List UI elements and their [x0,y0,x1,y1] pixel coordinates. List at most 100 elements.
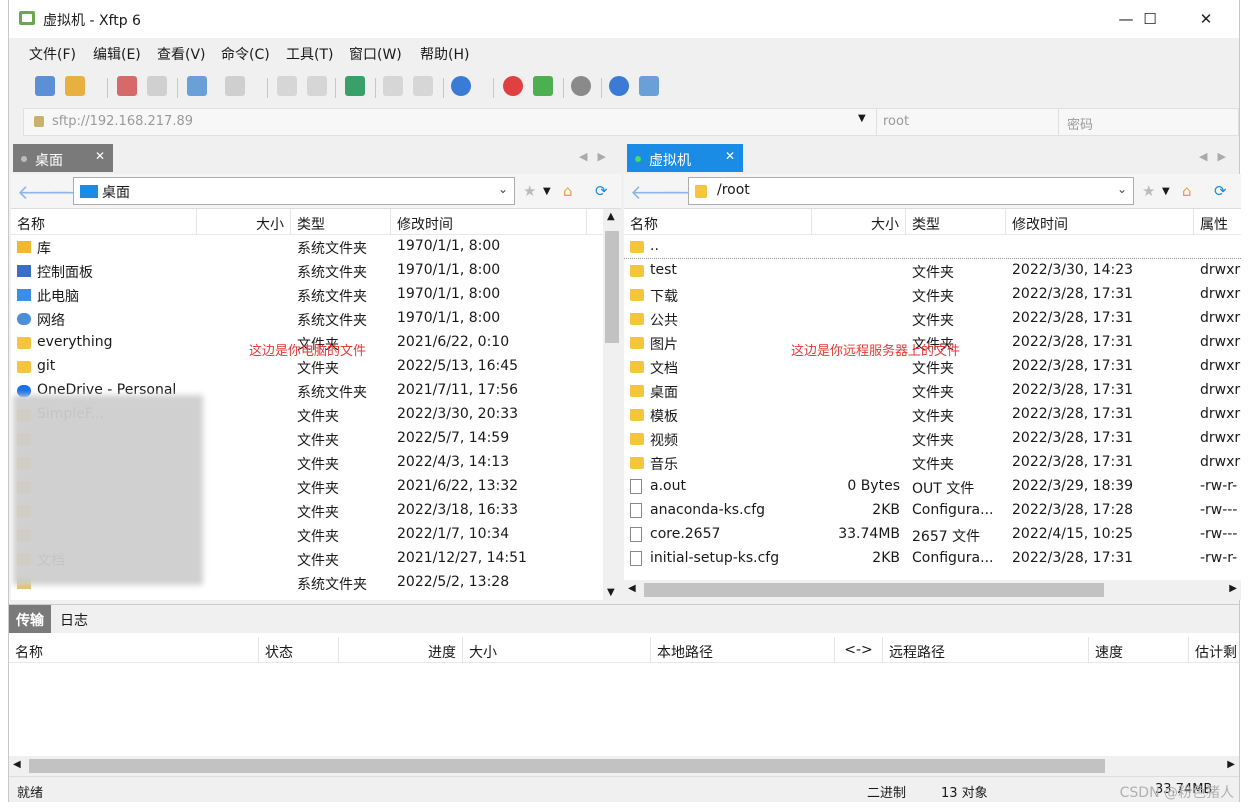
column-header-local-path[interactable]: 本地路径 [651,637,835,663]
connect-icon[interactable] [117,76,137,96]
remote-path-box[interactable]: /root ⌄ [688,177,1134,205]
close-button[interactable]: ✕ [1183,6,1229,32]
chevron-down-icon[interactable]: ▼ [858,113,866,124]
refresh-icon[interactable]: ⟳ [595,182,608,200]
column-header-type[interactable]: 类型 [291,209,391,235]
status-text: 就绪 [17,786,44,801]
disconnect-icon[interactable] [147,76,167,96]
column-header-size[interactable]: 大小 [463,637,651,663]
scroll-right-icon[interactable]: ▶ [1229,583,1237,594]
list-item[interactable]: test 文件夹 2022/3/30, 14:23 drwxr [624,259,1241,283]
column-header-attributes[interactable]: 属性 [1194,209,1241,235]
local-vertical-scrollbar[interactable]: ▲ ▼ [603,209,621,600]
list-item[interactable]: 下载 文件夹 2022/3/28, 17:31 drwxr [624,283,1241,307]
column-header-modified[interactable]: 修改时间 [391,209,587,235]
transfer-mode[interactable]: 二进制 [867,782,906,801]
menu-window[interactable]: 窗口(W) [349,44,402,64]
menu-help[interactable]: 帮助(H) [420,44,469,64]
home-icon[interactable]: ⌂ [1182,182,1192,200]
column-header-remote-path[interactable]: 远程路径 [883,637,1089,663]
tab-scroll-arrows[interactable]: ◀▶ [579,150,616,163]
list-item[interactable]: 控制面板 系统文件夹 1970/1/1, 8:00 [11,259,621,283]
star-icon[interactable]: ★ [523,182,536,200]
list-item[interactable]: initial-setup-ks.cfg 2KB Configura... 2022/… [624,547,1241,571]
list-item[interactable]: .. [624,235,1241,259]
tab-log[interactable]: 日志 [53,605,95,633]
scroll-up-icon[interactable]: ▲ [607,211,615,222]
cell-modified: 2022/3/28, 17:28 [1012,502,1134,518]
help-icon[interactable] [609,76,629,96]
menu-edit[interactable]: 编辑(E) [93,44,141,64]
tab-remote-vm[interactable]: 虚拟机 ✕ [627,144,743,172]
column-header-type[interactable]: 类型 [906,209,1006,235]
column-header-name[interactable]: 名称 [9,637,259,663]
xftp-icon[interactable] [533,76,553,96]
tab-transfer[interactable]: 传输 [9,605,51,633]
remote-horizontal-scrollbar[interactable]: ◀ ▶ [624,580,1241,600]
list-item[interactable]: 音乐 文件夹 2022/3/28, 17:31 drwxr [624,451,1241,475]
properties-icon[interactable] [187,76,207,96]
list-item[interactable]: 视频 文件夹 2022/3/28, 17:31 drwxr [624,427,1241,451]
sync-icon[interactable] [345,76,365,96]
menu-tools[interactable]: 工具(T) [286,44,333,64]
close-icon[interactable]: ✕ [95,149,105,163]
chevron-down-icon[interactable]: ⌄ [498,182,508,196]
new-session-icon[interactable] [35,76,55,96]
list-item[interactable]: 库 系统文件夹 1970/1/1, 8:00 [11,235,621,259]
maximize-button[interactable]: ☐ [1127,6,1173,32]
upload-icon[interactable] [277,76,297,96]
list-item[interactable]: anaconda-ks.cfg 2KB Configura... 2022/3/28,… [624,499,1241,523]
home-icon[interactable]: ⌂ [563,182,573,200]
chevron-down-icon[interactable]: ▼ [1162,186,1170,197]
xshell-icon[interactable] [503,76,523,96]
gear-icon[interactable] [571,76,591,96]
scroll-thumb[interactable] [644,583,1104,597]
host-address-input[interactable]: sftp://192.168.217.89 [52,114,193,129]
column-header-speed[interactable]: 速度 [1089,637,1189,663]
column-header-name[interactable]: 名称 [624,209,812,235]
list-item[interactable]: 网络 系统文件夹 1970/1/1, 8:00 [11,307,621,331]
chevron-down-icon[interactable]: ▼ [543,186,551,197]
column-header-eta[interactable]: 估计剩 [1189,637,1241,663]
chevron-down-icon[interactable]: ⌄ [1117,182,1127,196]
column-header-status[interactable]: 状态 [259,637,339,663]
username-field[interactable]: root [876,109,1058,135]
list-item[interactable]: 模板 文件夹 2022/3/28, 17:31 drwxr [624,403,1241,427]
password-field[interactable]: 密码 [1058,109,1238,135]
column-header-size[interactable]: 大小 [197,209,291,235]
chat-icon[interactable] [639,76,659,96]
paste-icon[interactable] [413,76,433,96]
column-header-progress[interactable]: 进度 [339,637,463,663]
scroll-thumb[interactable] [605,231,619,343]
scroll-down-icon[interactable]: ▼ [607,587,615,598]
copy-icon[interactable] [383,76,403,96]
column-header-name[interactable]: 名称 [11,209,197,235]
transfer-panel: 传输 日志 名称 状态 进度 大小 本地路径 <-> 远程路径 速度 估计剩 ◀… [9,604,1239,776]
transfer-horizontal-scrollbar[interactable]: ◀ ▶ [9,756,1239,776]
list-item[interactable]: 公共 文件夹 2022/3/28, 17:31 drwxr [624,307,1241,331]
tab-scroll-arrows[interactable]: ◀▶ [1199,150,1236,163]
star-icon[interactable]: ★ [1142,182,1155,200]
refresh-icon[interactable]: ⟳ [1214,182,1227,200]
menu-file[interactable]: 文件(F) [29,44,76,64]
close-icon[interactable]: ✕ [725,149,735,163]
scroll-right-icon[interactable]: ▶ [1227,759,1235,770]
list-item[interactable]: a.out 0 Bytes OUT 文件 2022/3/29, 18:39 -rw-r- [624,475,1241,499]
column-header-size[interactable]: 大小 [812,209,906,235]
column-header-direction[interactable]: <-> [835,637,883,663]
scroll-thumb[interactable] [29,759,1105,773]
scroll-left-icon[interactable]: ◀ [628,583,636,594]
globe-icon[interactable] [451,76,471,96]
list-item[interactable]: core.2657 33.74MB 2657 文件 2022/4/15, 10:25 -… [624,523,1241,547]
download-icon[interactable] [307,76,327,96]
list-item[interactable]: 桌面 文件夹 2022/3/28, 17:31 drwxr [624,379,1241,403]
scroll-left-icon[interactable]: ◀ [13,759,21,770]
tab-local-desktop[interactable]: 桌面 ✕ [13,144,113,172]
menu-view[interactable]: 查看(V) [157,44,206,64]
open-folder-icon[interactable] [65,76,85,96]
list-item[interactable]: 此电脑 系统文件夹 1970/1/1, 8:00 [11,283,621,307]
local-path-box[interactable]: 桌面 ⌄ [73,177,515,205]
view-icon[interactable] [225,76,245,96]
menu-command[interactable]: 命令(C) [221,44,270,64]
column-header-modified[interactable]: 修改时间 [1006,209,1194,235]
